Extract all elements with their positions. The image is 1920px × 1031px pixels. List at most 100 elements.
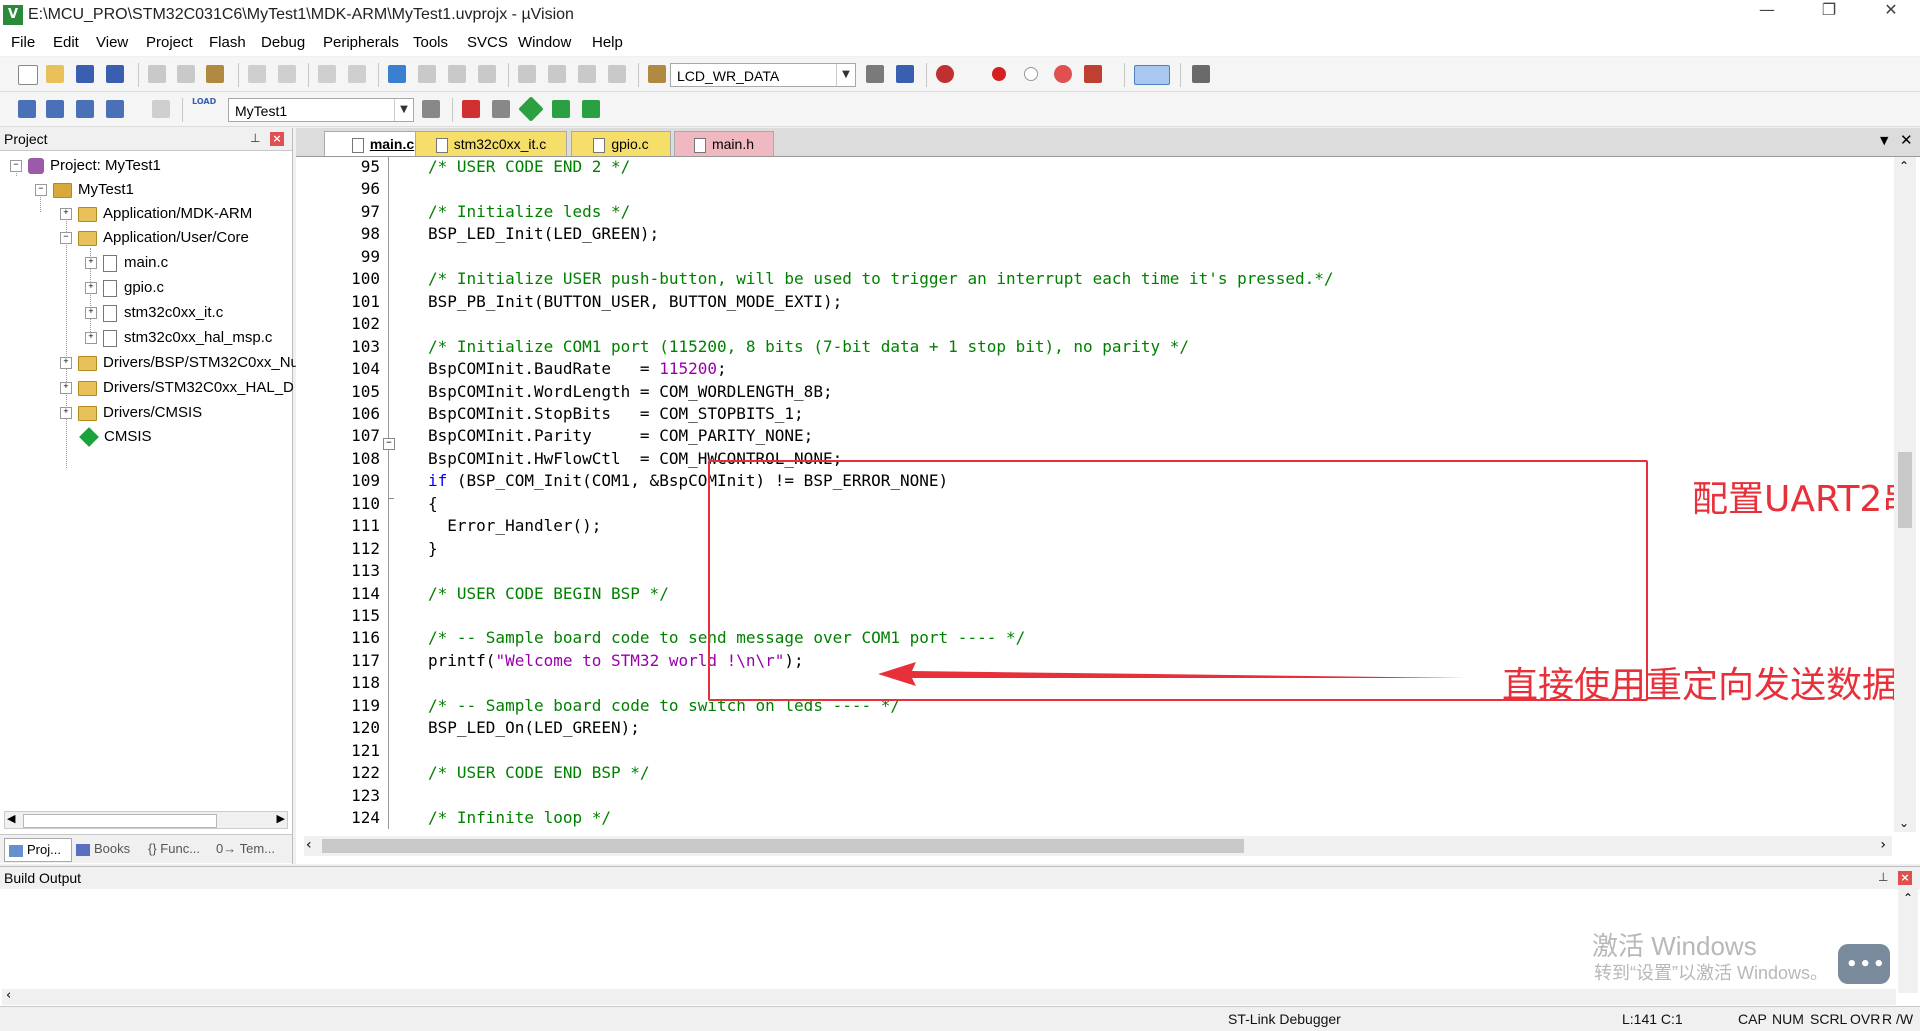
tree-item-group[interactable]: + Drivers/STM32C0xx_HAL_D (60, 376, 294, 400)
save-icon[interactable] (76, 65, 94, 83)
editor-horizontal-scrollbar[interactable]: ‹ › (304, 836, 1892, 856)
code-line[interactable]: BSP_LED_Init(LED_GREEN); (428, 224, 659, 243)
code-line[interactable]: /* Infinite loop */ (428, 808, 611, 827)
code-line[interactable]: } (428, 539, 438, 558)
previous-bookmark-icon[interactable] (418, 65, 436, 83)
expand-icon[interactable]: + (85, 257, 97, 270)
project-horizontal-scrollbar[interactable]: ◀ ▶ (4, 811, 288, 829)
undo-icon[interactable] (248, 65, 266, 83)
tree-item-project[interactable]: − Project: MyTest1 (10, 154, 161, 178)
manage-multi-project-icon[interactable] (492, 100, 510, 118)
scroll-left-icon[interactable]: ‹ (306, 837, 312, 853)
menu-tools[interactable]: Tools (413, 34, 448, 51)
manage-project-items-icon[interactable] (462, 100, 480, 118)
target-combo[interactable]: MyTest1 ▼ (228, 98, 414, 122)
scroll-thumb[interactable] (322, 839, 1244, 853)
paste-icon[interactable] (206, 65, 224, 83)
tree-item-group[interactable]: + Drivers/CMSIS (60, 401, 202, 425)
expand-icon[interactable]: + (60, 208, 72, 221)
scroll-up-icon[interactable]: ⌃ (1899, 159, 1909, 173)
tree-item-file[interactable]: + stm32c0xx_it.c (85, 301, 223, 325)
scroll-left-icon[interactable]: ◀ (7, 812, 15, 825)
close-window-button[interactable]: ✕ (1866, 0, 1916, 30)
expand-icon[interactable]: + (60, 357, 72, 370)
code-line[interactable]: BspCOMInit.StopBits = COM_STOPBITS_1; (428, 404, 804, 423)
scroll-right-icon[interactable]: › (1880, 837, 1886, 853)
close-editor-icon[interactable]: ✕ (1900, 131, 1913, 149)
tree-item-group[interactable]: − Application/User/Core (60, 226, 249, 250)
editor-vertical-scrollbar[interactable]: ⌃ ⌄ (1894, 157, 1916, 832)
navigate-forward-icon[interactable] (348, 65, 366, 83)
next-bookmark-icon[interactable] (448, 65, 466, 83)
collapse-icon[interactable]: − (10, 160, 22, 173)
uncomment-icon[interactable] (608, 65, 626, 83)
code-line[interactable]: /* Initialize COM1 port (115200, 8 bits … (428, 337, 1189, 356)
code-line[interactable]: /* USER CODE END 2 */ (428, 157, 630, 176)
new-file-icon[interactable] (18, 65, 38, 85)
comment-icon[interactable] (578, 65, 596, 83)
window-layout-icon[interactable] (1134, 65, 1170, 85)
tree-item-group[interactable]: + Application/MDK-ARM (60, 202, 252, 226)
code-line[interactable]: BSP_LED_On(LED_GREEN); (428, 718, 640, 737)
chevron-down-icon[interactable]: ▼ (394, 99, 413, 121)
enable-breakpoint-icon[interactable] (1024, 67, 1038, 81)
tree-item-file[interactable]: + main.c (85, 251, 168, 275)
insert-bookmark-icon[interactable] (388, 65, 406, 83)
menu-project[interactable]: Project (146, 34, 193, 51)
tab-list-dropdown-icon[interactable]: ▼ (1880, 134, 1888, 147)
code-line[interactable]: { (428, 494, 438, 513)
tree-item-cmsis[interactable]: CMSIS (79, 425, 152, 449)
code-line[interactable]: Error_Handler(); (428, 516, 601, 535)
collapse-icon[interactable]: − (60, 232, 72, 245)
batch-build-icon[interactable] (106, 100, 124, 118)
menu-window[interactable]: Window (518, 34, 571, 51)
menu-view[interactable]: View (96, 34, 128, 51)
tree-item-file[interactable]: + gpio.c (85, 276, 164, 300)
scroll-right-icon[interactable]: ▶ (277, 812, 285, 825)
expand-icon[interactable]: + (85, 307, 97, 320)
select-software-packs-icon[interactable] (552, 100, 570, 118)
menu-help[interactable]: Help (592, 34, 623, 51)
scroll-down-icon[interactable]: ⌄ (1899, 816, 1909, 830)
code-line[interactable]: BspCOMInit.Parity = COM_PARITY_NONE; (428, 426, 813, 445)
breakpoint-icon[interactable] (992, 67, 1006, 81)
tab-templates[interactable]: 0→ Tem... (216, 838, 290, 860)
pin-icon[interactable]: ⊥ (1878, 870, 1888, 884)
menu-file[interactable]: File (11, 34, 35, 51)
menu-edit[interactable]: Edit (53, 34, 79, 51)
tree-item-target[interactable]: − MyTest1 (35, 178, 134, 202)
code-line[interactable]: /* USER CODE BEGIN BSP */ (428, 584, 669, 603)
configure-icon[interactable] (1192, 65, 1210, 83)
disable-breakpoints-icon[interactable] (1054, 65, 1072, 83)
find-icon[interactable] (866, 65, 884, 83)
tab-stm32c0xx-it-c[interactable]: stm32c0xx_it.c (415, 131, 567, 156)
incremental-find-icon[interactable] (896, 65, 914, 83)
expand-icon[interactable]: + (85, 332, 97, 345)
find-in-files-icon[interactable] (648, 65, 666, 83)
copy-icon[interactable] (177, 65, 195, 83)
code-line[interactable]: /* Initialize USER push-button, will be … (428, 269, 1333, 288)
expand-icon[interactable]: + (85, 282, 97, 295)
build-horizontal-scrollbar[interactable]: ‹ (2, 988, 1896, 1005)
tree-item-group[interactable]: + Drivers/BSP/STM32C0xx_Nu (60, 351, 299, 375)
redo-icon[interactable] (278, 65, 296, 83)
expand-icon[interactable]: + (60, 382, 72, 395)
close-icon[interactable]: × (1898, 871, 1912, 885)
tab-main-h[interactable]: main.h (674, 131, 774, 156)
menu-flash[interactable]: Flash (209, 34, 246, 51)
build-vertical-scrollbar[interactable]: ⌃ (1898, 889, 1918, 993)
tab-gpio-c[interactable]: gpio.c (571, 131, 671, 156)
save-all-icon[interactable] (106, 65, 124, 83)
minimize-button[interactable]: — (1742, 0, 1792, 30)
pack-installer-icon[interactable] (518, 96, 544, 122)
expand-icon[interactable]: + (60, 407, 72, 420)
menu-svcs[interactable]: SVCS (467, 34, 508, 51)
code-line[interactable]: /* Initialize leds */ (428, 202, 630, 221)
collapse-icon[interactable]: − (35, 184, 47, 197)
tab-functions[interactable]: {} Func... (148, 838, 212, 860)
tab-books[interactable]: Books (76, 838, 140, 860)
translate-icon[interactable] (18, 100, 36, 118)
find-combo[interactable]: LCD_WR_DATA ▼ (670, 63, 856, 87)
menu-debug[interactable]: Debug (261, 34, 305, 51)
fold-collapse-icon[interactable]: − (383, 438, 395, 450)
